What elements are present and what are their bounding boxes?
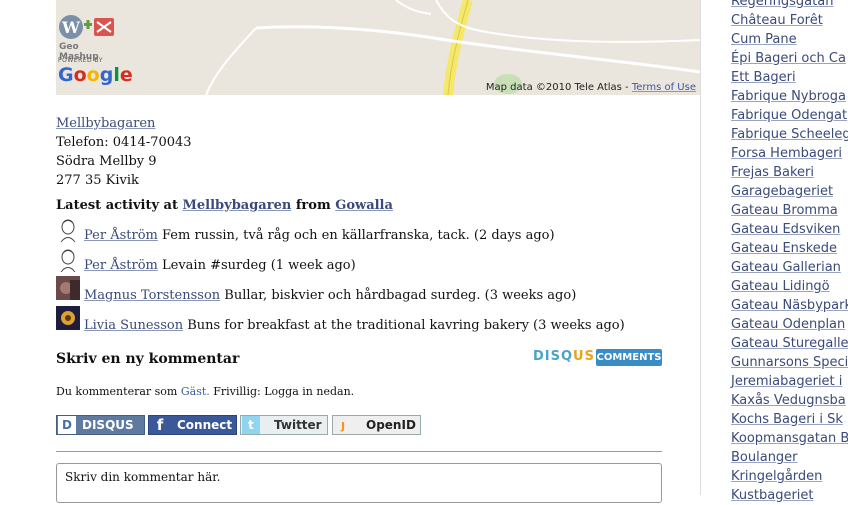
avatar-icon[interactable]	[56, 306, 80, 330]
bakery-list-item[interactable]: Gunnarsons Speci	[731, 353, 848, 372]
activity-user-link[interactable]: Magnus Torstensson	[84, 288, 220, 303]
bakery-list-item[interactable]: Frejas Bakeri	[731, 163, 848, 182]
bakery-list-item[interactable]: Kochs Bageri i Sk	[731, 410, 848, 429]
gowalla-link[interactable]: Gowalla	[335, 198, 393, 213]
divider	[56, 451, 662, 452]
openid-icon: ȷ	[340, 418, 346, 432]
comments-badge[interactable]: COMMENTS	[596, 349, 662, 366]
geo-mashup-logo[interactable]: W Geo Mashup	[57, 14, 121, 62]
activity-text: Buns for breakfast at the traditional ka…	[187, 318, 625, 333]
bakery-list-item[interactable]: Koopmansgatan B	[731, 429, 848, 448]
facebook-connect-button[interactable]: f Connect	[148, 415, 237, 435]
bakery-list-item[interactable]: Boulanger	[731, 448, 848, 467]
bakery-list-item[interactable]: Gateau Odenplan	[731, 315, 848, 334]
avatar-icon[interactable]	[56, 276, 80, 300]
bakery-list-item[interactable]: Fabrique Nybroga	[731, 87, 848, 106]
activity-heading-prefix: Latest activity at	[56, 198, 178, 213]
map-data-text: Map data ©2010 Tele Atlas -	[485, 82, 629, 93]
activity-heading-mid: from	[295, 198, 331, 213]
bakery-name-link[interactable]: Mellbybagaren	[56, 116, 155, 131]
bakery-list-item[interactable]: Fabrique Odengat	[731, 106, 848, 125]
terms-of-use-link[interactable]: Terms of Use	[632, 82, 696, 93]
twitter-icon: t	[242, 416, 260, 434]
activity-heading: Latest activity at Mellbybagaren from Go…	[56, 198, 393, 213]
guest-name: Gäst.	[180, 385, 210, 398]
disqus-logo-b: US	[573, 349, 595, 364]
facebook-button-label: Connect	[177, 418, 233, 432]
bakery-list-item[interactable]: Ett Bageri	[731, 68, 848, 87]
activity-text: Bullar, biskvier och hårdbagad surdeg. (…	[224, 288, 577, 303]
map-roads	[56, 0, 700, 95]
bakery-list-item[interactable]: Fabrique Scheeleg	[731, 125, 848, 144]
guest-suffix: Frivillig: Logga in nedan.	[213, 385, 355, 398]
twitter-login-button[interactable]: t Twitter	[240, 415, 328, 435]
guest-notice: Du kommenterar som Gäst. Frivillig: Logg…	[56, 385, 354, 398]
disqus-icon: D	[58, 416, 76, 434]
google-powered-logo[interactable]: POWERED BY Google	[58, 57, 133, 85]
activity-text: Levain #surdeg (1 week ago)	[162, 258, 356, 273]
bakery-list-item[interactable]: Épi Bageri och Ca	[731, 49, 848, 68]
bakery-list: Regeringsgatan Château Forêt Cum Pane Ép…	[731, 0, 848, 505]
bakery-list-item[interactable]: Cum Pane	[731, 30, 848, 49]
comment-placeholder: Skriv din kommentar här.	[65, 470, 221, 484]
bakery-list-item[interactable]: Regeringsgatan	[731, 0, 848, 11]
map-attribution: Map data ©2010 Tele Atlas - Terms of Use	[486, 82, 696, 93]
avatar-icon[interactable]	[56, 248, 80, 272]
geo-mashup-icon: W	[59, 15, 114, 39]
activity-place-link[interactable]: Mellbybagaren	[183, 198, 292, 213]
street-text: Södra Mellby 9	[56, 154, 157, 169]
google-logo: Google	[58, 64, 133, 86]
bakery-list-item[interactable]: Jeremiabageriet i	[731, 372, 848, 391]
svg-text:W: W	[61, 18, 81, 37]
bakery-list-item[interactable]: Kaxås Vedugnsba	[731, 391, 848, 410]
openid-button-label: OpenID	[366, 418, 416, 432]
disqus-button-label: DISQUS	[82, 418, 134, 432]
comment-input[interactable]: Skriv din kommentar här.	[56, 463, 662, 503]
address-block: Mellbybagaren Telefon: 0414-70043 Södra …	[56, 114, 192, 190]
bakery-list-item[interactable]: Gateau Enskede	[731, 239, 848, 258]
guest-prefix: Du kommenterar som	[56, 385, 178, 398]
bakery-list-item[interactable]: Gateau Sturegalle	[731, 334, 848, 353]
activity-user-link[interactable]: Per Åström	[84, 228, 158, 243]
bakery-list-item[interactable]: Garagebageriet	[731, 182, 848, 201]
bakery-list-item[interactable]: Gateau Näsbypark	[731, 296, 848, 315]
twitter-button-label: Twitter	[274, 418, 322, 432]
postal-text: 277 35 Kivik	[56, 173, 139, 188]
openid-login-button[interactable]: ȷ OpenID	[332, 415, 421, 435]
bakery-list-item[interactable]: Kustbageriet	[731, 486, 848, 505]
facebook-icon: f	[156, 416, 164, 434]
activity-user-link[interactable]: Per Åström	[84, 258, 158, 273]
bakery-list-item[interactable]: Gateau Lidingö	[731, 277, 848, 296]
disqus-login-button[interactable]: D DISQUS	[56, 415, 145, 435]
map[interactable]: Map data ©2010 Tele Atlas - Terms of Use	[56, 0, 700, 95]
activity-user-link[interactable]: Livia Sunesson	[84, 318, 183, 333]
bakery-list-item[interactable]: Gateau Edsviken	[731, 220, 848, 239]
phone-text: Telefon: 0414-70043	[56, 135, 192, 150]
disqus-logo[interactable]: DISQUS	[533, 349, 595, 364]
column-divider	[700, 0, 701, 495]
avatar-icon[interactable]	[56, 218, 80, 242]
bakery-list-item[interactable]: Château Forêt	[731, 11, 848, 30]
disqus-logo-a: DISQ	[533, 349, 574, 364]
bakery-list-item[interactable]: Gateau Bromma	[731, 201, 848, 220]
comment-heading: Skriv en ny kommentar	[56, 351, 240, 367]
bakery-list-item[interactable]: Gateau Gallerian	[731, 258, 848, 277]
bakery-list-item[interactable]: Kringelgården	[731, 467, 848, 486]
powered-by-label: POWERED BY	[58, 57, 104, 64]
activity-text: Fem russin, två råg och en källarfranska…	[162, 228, 555, 243]
bakery-list-item[interactable]: Forsa Hembageri	[731, 144, 848, 163]
